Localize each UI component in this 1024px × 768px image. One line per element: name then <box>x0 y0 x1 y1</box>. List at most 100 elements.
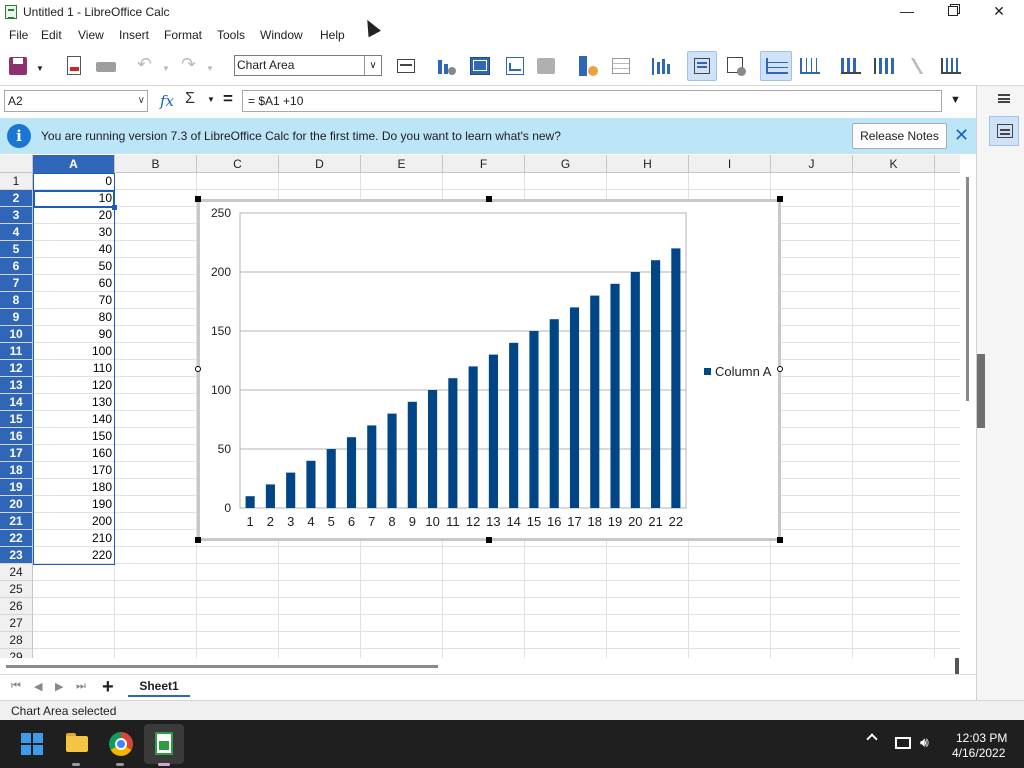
export-pdf-button[interactable] <box>62 54 86 78</box>
row-header[interactable]: 11 <box>0 343 33 360</box>
row-header[interactable]: 10 <box>0 326 33 343</box>
row-header[interactable]: 27 <box>0 615 33 632</box>
row-header[interactable]: 28 <box>0 632 33 649</box>
undo-dropdown[interactable]: ▼ <box>160 54 172 78</box>
legend-on-off-button[interactable] <box>687 51 717 81</box>
chart-area-button[interactable] <box>503 54 527 78</box>
fill-handle[interactable] <box>112 205 117 210</box>
row-header[interactable]: 17 <box>0 445 33 462</box>
row-header[interactable]: 4 <box>0 224 33 241</box>
legend-button[interactable] <box>724 54 748 78</box>
previous-sheet-icon[interactable]: ◀ <box>34 680 42 693</box>
properties-deck-button[interactable] <box>989 116 1019 146</box>
release-notes-button[interactable]: Release Notes <box>852 123 947 149</box>
row-header[interactable]: 24 <box>0 564 33 581</box>
column-header[interactable]: A <box>33 155 115 173</box>
sheet-tab[interactable]: Sheet1 <box>128 675 190 697</box>
z-axis-button[interactable] <box>905 54 929 78</box>
last-sheet-icon[interactable]: ⏭ <box>76 680 86 693</box>
chart-object[interactable]: 0 50 100 150 200 250 1 2 3 4 5 6 7 8 9 10 11 12 13 14 15 16 17… <box>197 199 781 541</box>
row-header[interactable]: 26 <box>0 598 33 615</box>
row-header[interactable]: 15 <box>0 411 33 428</box>
resize-handle[interactable] <box>486 537 492 543</box>
chevron-down-icon[interactable]: ∨ <box>138 91 145 111</box>
vertical-scroll-thumb[interactable] <box>966 177 969 401</box>
save-dropdown[interactable]: ▼ <box>34 54 46 78</box>
menu-edit[interactable]: Edit <box>41 28 62 42</box>
start-button[interactable] <box>12 724 52 764</box>
row-header[interactable]: 16 <box>0 428 33 445</box>
row-header[interactable]: 8 <box>0 292 33 309</box>
name-box[interactable]: A2 ∨ <box>4 90 148 112</box>
resize-handle[interactable] <box>777 366 783 372</box>
column-header[interactable]: F <box>443 155 525 173</box>
close-button[interactable]: ✕ <box>976 0 1022 24</box>
menu-format[interactable]: Format <box>164 28 202 42</box>
libreoffice-calc-button[interactable] <box>144 724 184 766</box>
row-header[interactable]: 2 <box>0 190 33 207</box>
row-header[interactable]: 7 <box>0 275 33 292</box>
row-header[interactable]: 29 <box>0 649 33 658</box>
vertical-grids-button[interactable] <box>798 54 822 78</box>
format-selection-button[interactable] <box>394 54 418 78</box>
menu-tools[interactable]: Tools <box>217 28 245 42</box>
sidebar-collapse-handle[interactable] <box>977 354 985 428</box>
undo-button[interactable]: ↶ <box>133 54 157 78</box>
sum-icon[interactable]: Σ <box>185 90 195 108</box>
row-header[interactable]: 1 <box>0 173 33 190</box>
select-chart-element[interactable]: Chart Area ∨ <box>234 55 382 76</box>
next-sheet-icon[interactable]: ▶ <box>55 680 63 693</box>
column-header[interactable]: C <box>197 155 279 173</box>
y-axis-button[interactable] <box>872 54 896 78</box>
redo-button[interactable]: ↷ <box>177 54 201 78</box>
column-header[interactable]: H <box>607 155 689 173</box>
row-header[interactable]: 5 <box>0 241 33 258</box>
horizontal-scrollbar[interactable] <box>0 658 976 674</box>
data-ranges-button[interactable] <box>576 54 600 78</box>
vertical-scrollbar[interactable] <box>960 155 976 658</box>
active-cell[interactable] <box>33 190 115 208</box>
row-header[interactable]: 14 <box>0 394 33 411</box>
save-button[interactable] <box>6 54 30 78</box>
maximize-button[interactable] <box>930 0 976 24</box>
resize-handle[interactable] <box>195 537 201 543</box>
select-all-corner[interactable] <box>0 155 33 173</box>
row-header[interactable]: 21 <box>0 513 33 530</box>
menu-help[interactable]: Help <box>320 28 345 42</box>
chart-wall-button[interactable] <box>468 54 492 78</box>
row-header[interactable]: 25 <box>0 581 33 598</box>
chart-type-button[interactable] <box>434 54 458 78</box>
chevron-down-icon[interactable]: ∨ <box>364 56 381 75</box>
print-button[interactable] <box>94 54 118 78</box>
resize-handle[interactable] <box>195 366 201 372</box>
row-header[interactable]: 9 <box>0 309 33 326</box>
redo-dropdown[interactable]: ▼ <box>204 54 216 78</box>
chrome-button[interactable] <box>100 724 140 766</box>
horizontal-grids-button[interactable] <box>760 51 792 81</box>
column-header[interactable]: B <box>115 155 197 173</box>
row-header[interactable]: 13 <box>0 377 33 394</box>
menu-window[interactable]: Window <box>260 28 303 42</box>
sidebar-menu-icon[interactable] <box>998 94 1010 103</box>
row-header[interactable]: 3 <box>0 207 33 224</box>
network-icon[interactable] <box>895 737 911 749</box>
tab-bar-splitter[interactable] <box>955 658 959 674</box>
expand-formula-bar-icon[interactable]: ▼ <box>950 94 961 106</box>
column-header[interactable]: I <box>689 155 771 173</box>
row-header[interactable]: 19 <box>0 479 33 496</box>
all-axes-button[interactable] <box>939 54 963 78</box>
menu-insert[interactable]: Insert <box>119 28 149 42</box>
menu-file[interactable]: File <box>9 28 28 42</box>
titles-button[interactable] <box>649 54 673 78</box>
row-header[interactable]: 23 <box>0 547 33 564</box>
column-header[interactable]: D <box>279 155 361 173</box>
column-header[interactable]: G <box>525 155 607 173</box>
horizontal-scroll-thumb[interactable] <box>6 665 438 668</box>
resize-handle[interactable] <box>486 196 492 202</box>
row-header[interactable]: 12 <box>0 360 33 377</box>
clock-time[interactable]: 12:03 PM <box>956 731 1007 745</box>
resize-handle[interactable] <box>195 196 201 202</box>
column-header[interactable]: K <box>853 155 935 173</box>
column-header[interactable]: E <box>361 155 443 173</box>
minimize-button[interactable]: — <box>884 0 930 24</box>
